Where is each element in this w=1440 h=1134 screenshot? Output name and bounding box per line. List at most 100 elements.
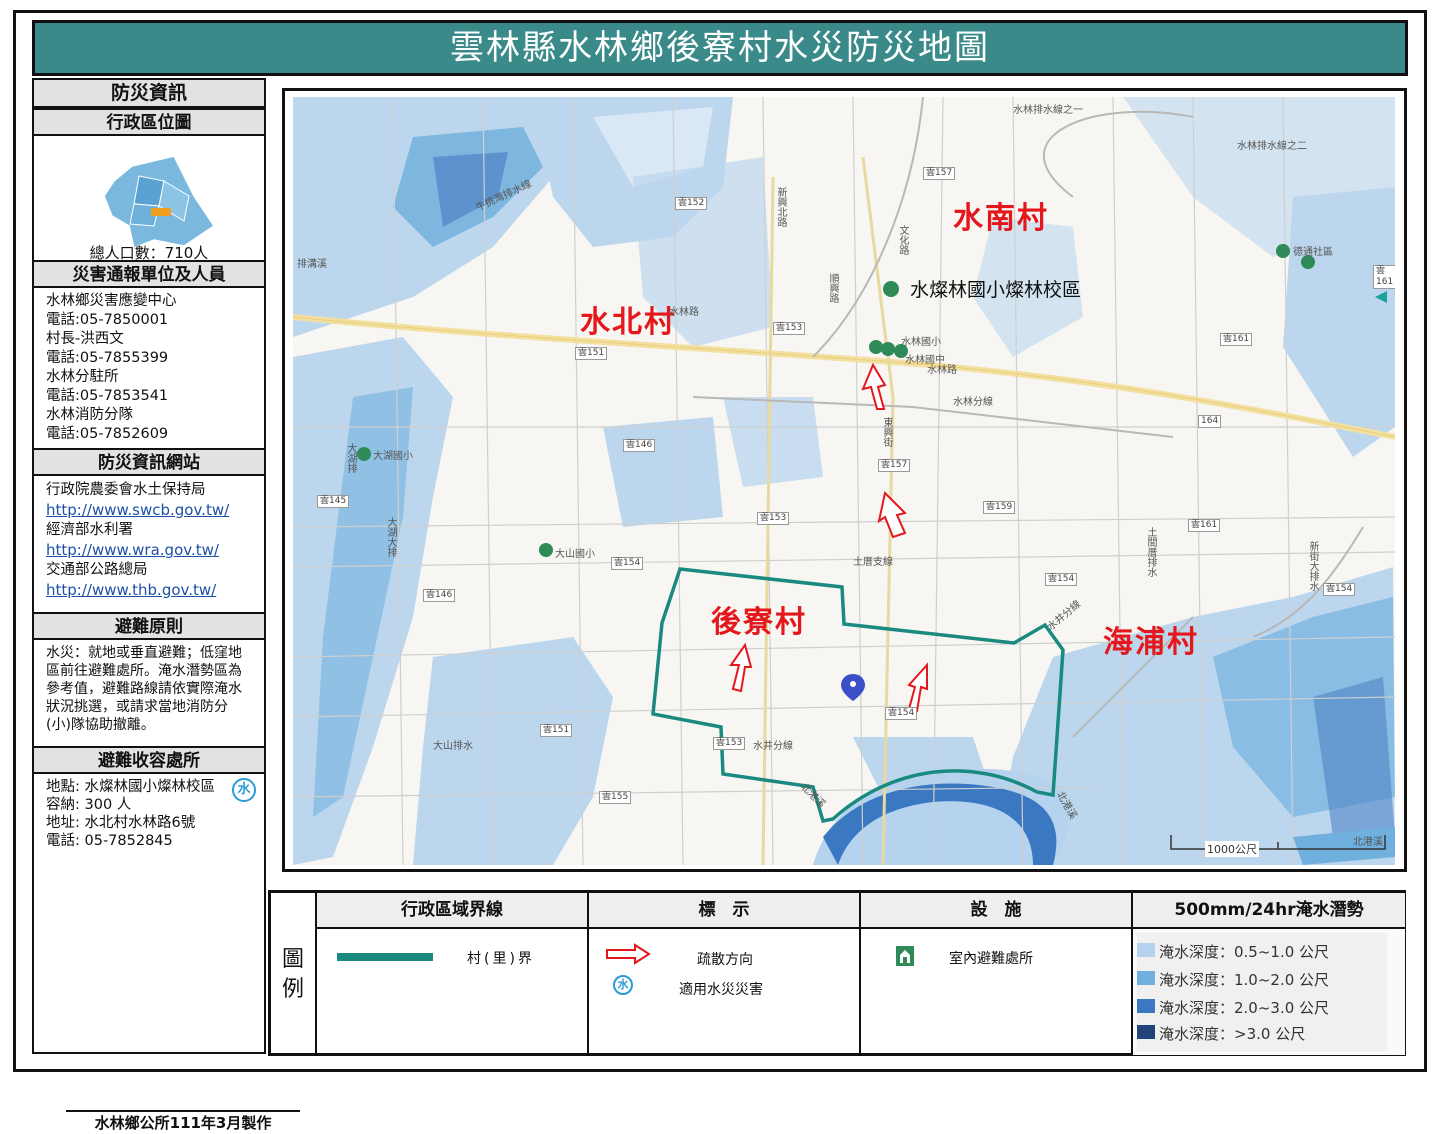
shelter-address: 地址: 水北村水林路6號 xyxy=(46,815,196,831)
road-badge: 164 xyxy=(1198,415,1222,428)
sidebar: 防災資訊 行政區位圖 總人口數：710人 災害通報單位及人員 水林鄉災害應變中心… xyxy=(32,78,300,1132)
road-badge: 雲146 xyxy=(423,589,456,602)
road-name: 新街大排水 xyxy=(1307,541,1318,591)
evac-label: 疏散方向 xyxy=(697,952,753,968)
road-badge: 雲157 xyxy=(923,167,956,180)
evac-arrow-icon xyxy=(606,943,651,965)
boundary-swatch xyxy=(337,953,433,961)
contact-line: 電話:05-7853541 xyxy=(46,388,169,404)
road-badge: 雲154 xyxy=(885,707,918,720)
road-badge: 雲153 xyxy=(773,322,806,335)
road-name: 東興街 xyxy=(881,417,892,447)
road-badge: 雲155 xyxy=(599,791,632,804)
village-label-haipu: 海浦村 xyxy=(1103,625,1199,660)
depth-swatch xyxy=(1137,943,1155,957)
road-badge: 雲145 xyxy=(317,495,350,508)
village-label-shuibei: 水北村 xyxy=(580,305,676,340)
location-map: 總人口數：710人 xyxy=(34,136,264,262)
road-name: 順興路 xyxy=(827,273,838,303)
depth-row: 淹水深度：0.5~1.0 公尺 xyxy=(1137,941,1329,962)
principle-text: 水災：就地或垂直避難；低窪地區前往避難處所。淹水潛勢區為參考值，避難路線請依實際… xyxy=(46,645,242,733)
site-link[interactable]: http://www.wra.gov.tw/ xyxy=(46,540,252,560)
map-canvas[interactable]: 水南村 水北村 後寮村 海浦村 水燦林國小燦林校區 1000公尺 雲157 雲1… xyxy=(293,97,1395,865)
road-name: 水林國中 xyxy=(905,355,945,366)
contact-line: 水林消防分隊 xyxy=(46,407,133,423)
road-badge: 雲154 xyxy=(611,557,644,570)
depth-cell: 淹水深度：0.5~1.0 公尺 淹水深度：1.0~2.0 公尺 淹水深度：2.0… xyxy=(1133,929,1405,1055)
road-badge: 雲154 xyxy=(1323,583,1356,596)
legend-side-char: 圖 xyxy=(281,947,304,972)
shelter-phone: 電話: 05-7852845 xyxy=(46,833,173,849)
road-badge: 雲153 xyxy=(757,512,790,525)
population: 總人口數：710人 xyxy=(89,244,209,262)
principle-header: 避難原則 xyxy=(34,612,264,640)
road-name: 大山國小 xyxy=(555,549,595,560)
sidebar-footer: 水林鄉公所111年3月製作 xyxy=(66,1110,300,1134)
marker-header: 標 示 xyxy=(589,893,861,929)
road-name: 水林路 xyxy=(669,307,699,318)
road-badge: 雲154 xyxy=(1045,573,1078,586)
facility-header: 設 施 xyxy=(861,893,1133,929)
flood-badge-icon: 水 xyxy=(613,975,633,995)
contacts-list: 水林鄉災害應變中心 電話:05-7850001 村長-洪西文 電話:05-785… xyxy=(34,288,264,448)
village-label-houliao: 後寮村 xyxy=(711,605,807,640)
shelter-icon xyxy=(896,946,914,966)
boundary-header: 行政區域界線 xyxy=(317,893,589,929)
contact-line: 水林分駐所 xyxy=(46,369,119,385)
road-name: 土間厝排水 xyxy=(1145,527,1156,577)
depth-row: 淹水深度：>3.0 公尺 xyxy=(1137,1023,1305,1044)
flood-badge-icon: 水 xyxy=(232,778,256,802)
road-badge: 雲153 xyxy=(713,737,746,750)
village-label-shuinan: 水南村 xyxy=(953,201,1049,236)
road-badge: 雲161 xyxy=(1220,333,1253,346)
road-badge: 雲151 xyxy=(575,347,608,360)
road-name: 排溝溪 xyxy=(297,259,327,270)
depth-row: 淹水深度：2.0~3.0 公尺 xyxy=(1137,997,1329,1018)
road-name: 大山排水 xyxy=(433,741,473,752)
legend: 圖 例 行政區域界線 標 示 設 施 500mm/24hr淹水潛勢 村(里)界 … xyxy=(268,890,1406,1056)
road-name: 水林排水線之一 xyxy=(1013,105,1083,116)
road-name: 大湖國小 xyxy=(373,451,413,462)
boundary-cell: 村(里)界 xyxy=(317,929,589,1055)
depth-swatch xyxy=(1137,999,1155,1013)
road-name: 新興北路 xyxy=(775,187,786,227)
depth-swatch xyxy=(1137,971,1155,985)
contact-line: 村長-洪西文 xyxy=(46,331,124,347)
shelter-info: 地點: 水燦林國小燦林校區 容納: 300 人 地址: 水北村水林路6號 電話:… xyxy=(34,774,264,854)
facility-cell: 室內避難處所 xyxy=(861,929,1133,1055)
site-link[interactable]: http://www.swcb.gov.tw/ xyxy=(46,500,252,520)
shelter-label: 室內避難處所 xyxy=(949,951,1033,967)
shelter-capacity: 容納: 300 人 xyxy=(46,797,132,813)
road-name: 德通社區 xyxy=(1293,247,1333,258)
contact-line: 電話:05-7852609 xyxy=(46,426,169,442)
boundary-label: 村(里)界 xyxy=(467,951,535,967)
websites-list: 行政院農委會水土保持局 http://www.swcb.gov.tw/ 經濟部水… xyxy=(34,476,264,612)
legend-side-label: 圖 例 xyxy=(271,893,317,1053)
road-name: 水井分線 xyxy=(753,741,793,752)
road-badge: 雲159 xyxy=(983,501,1016,514)
road-badge: 雲157 xyxy=(878,459,911,472)
depth-row: 淹水深度：1.0~2.0 公尺 xyxy=(1137,969,1329,990)
flood-label: 適用水災災害 xyxy=(679,982,763,998)
road-name: 水林國小 xyxy=(901,337,941,348)
road-badge: 雲146 xyxy=(623,439,656,452)
legend-side-char: 例 xyxy=(281,977,304,1002)
site-name: 經濟部水利署 xyxy=(46,522,133,538)
road-badge: 雲161 xyxy=(1373,265,1395,289)
websites-header: 防災資訊網站 xyxy=(34,448,264,476)
road-name: 水林排水線之二 xyxy=(1237,141,1307,152)
contact-line: 電話:05-7850001 xyxy=(46,312,169,328)
contact-line: 電話:05-7855399 xyxy=(46,350,169,366)
map-frame: 水南村 水北村 後寮村 海浦村 水燦林國小燦林校區 1000公尺 雲157 雲1… xyxy=(282,88,1407,872)
site-name: 交通部公路總局 xyxy=(46,562,148,578)
contacts-header: 災害通報單位及人員 xyxy=(34,260,264,288)
school-label: 水燦林國小燦林校區 xyxy=(910,279,1082,301)
road-badge: 雲151 xyxy=(540,724,573,737)
depth-swatch xyxy=(1137,1025,1155,1039)
shelter-location: 地點: 水燦林國小燦林校區 xyxy=(46,779,215,795)
shelter-header: 避難收容處所 xyxy=(34,746,264,774)
road-name: 文化路 xyxy=(897,225,908,255)
road-badge: 雲161 xyxy=(1188,519,1221,532)
site-name: 行政院農委會水土保持局 xyxy=(46,482,206,498)
site-link[interactable]: http://www.thb.gov.tw/ xyxy=(46,580,252,600)
